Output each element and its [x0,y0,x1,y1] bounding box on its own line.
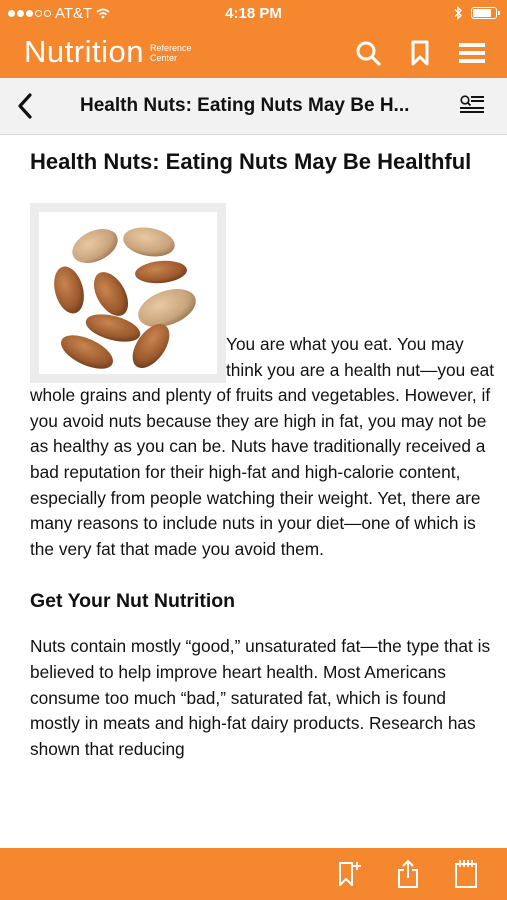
bookmark-button[interactable] [405,38,435,68]
menu-icon [459,43,485,63]
add-bookmark-icon [339,862,361,886]
navigation-bar: Health Nuts: Eating Nuts May Be H... [0,78,507,135]
table-of-contents-button[interactable] [459,94,485,116]
brand-subtitle-line1: Reference [149,43,192,53]
back-chevron-icon [18,93,32,119]
battery-icon [471,7,500,19]
share-button[interactable] [393,858,423,890]
search-button[interactable] [353,38,383,68]
toolbar-actions [335,858,481,890]
share-icon [398,859,418,888]
section-paragraph: Nuts contain mostly “good,” unsaturated … [30,636,491,759]
brand-subtitle-line2: Center [149,53,177,63]
bookmark-icon [411,40,429,66]
brand-name: Nutrition [24,34,144,69]
menu-button[interactable] [457,38,487,68]
search-icon [356,41,381,66]
article-content: Health Nuts: Eating Nuts May Be Healthfu… [30,134,496,762]
article-title: Health Nuts: Eating Nuts May Be Healthfu… [30,149,472,174]
brand-logo: Nutrition Reference Center [24,34,191,70]
app-header: Nutrition Reference Center [0,28,507,78]
status-right [454,6,500,20]
clock: 4:18 PM [225,5,282,22]
table-of-contents-icon [460,95,484,113]
notes-icon [455,860,477,888]
back-button[interactable] [12,92,38,120]
almonds-photo [39,212,217,374]
notes-button[interactable] [451,858,481,890]
almonds-illustration [54,227,196,369]
status-bar: AT&T 4:18 PM [0,0,507,28]
bottom-toolbar [0,848,507,900]
nav-title: Health Nuts: Eating Nuts May Be H... [80,95,410,116]
add-bookmark-button[interactable] [335,858,365,890]
almonds-image [30,203,226,383]
header-actions [353,38,487,68]
section-heading: Get Your Nut Nutrition [30,590,236,613]
bluetooth-icon [454,6,462,20]
brand-subtitle: Reference Center [150,43,192,63]
